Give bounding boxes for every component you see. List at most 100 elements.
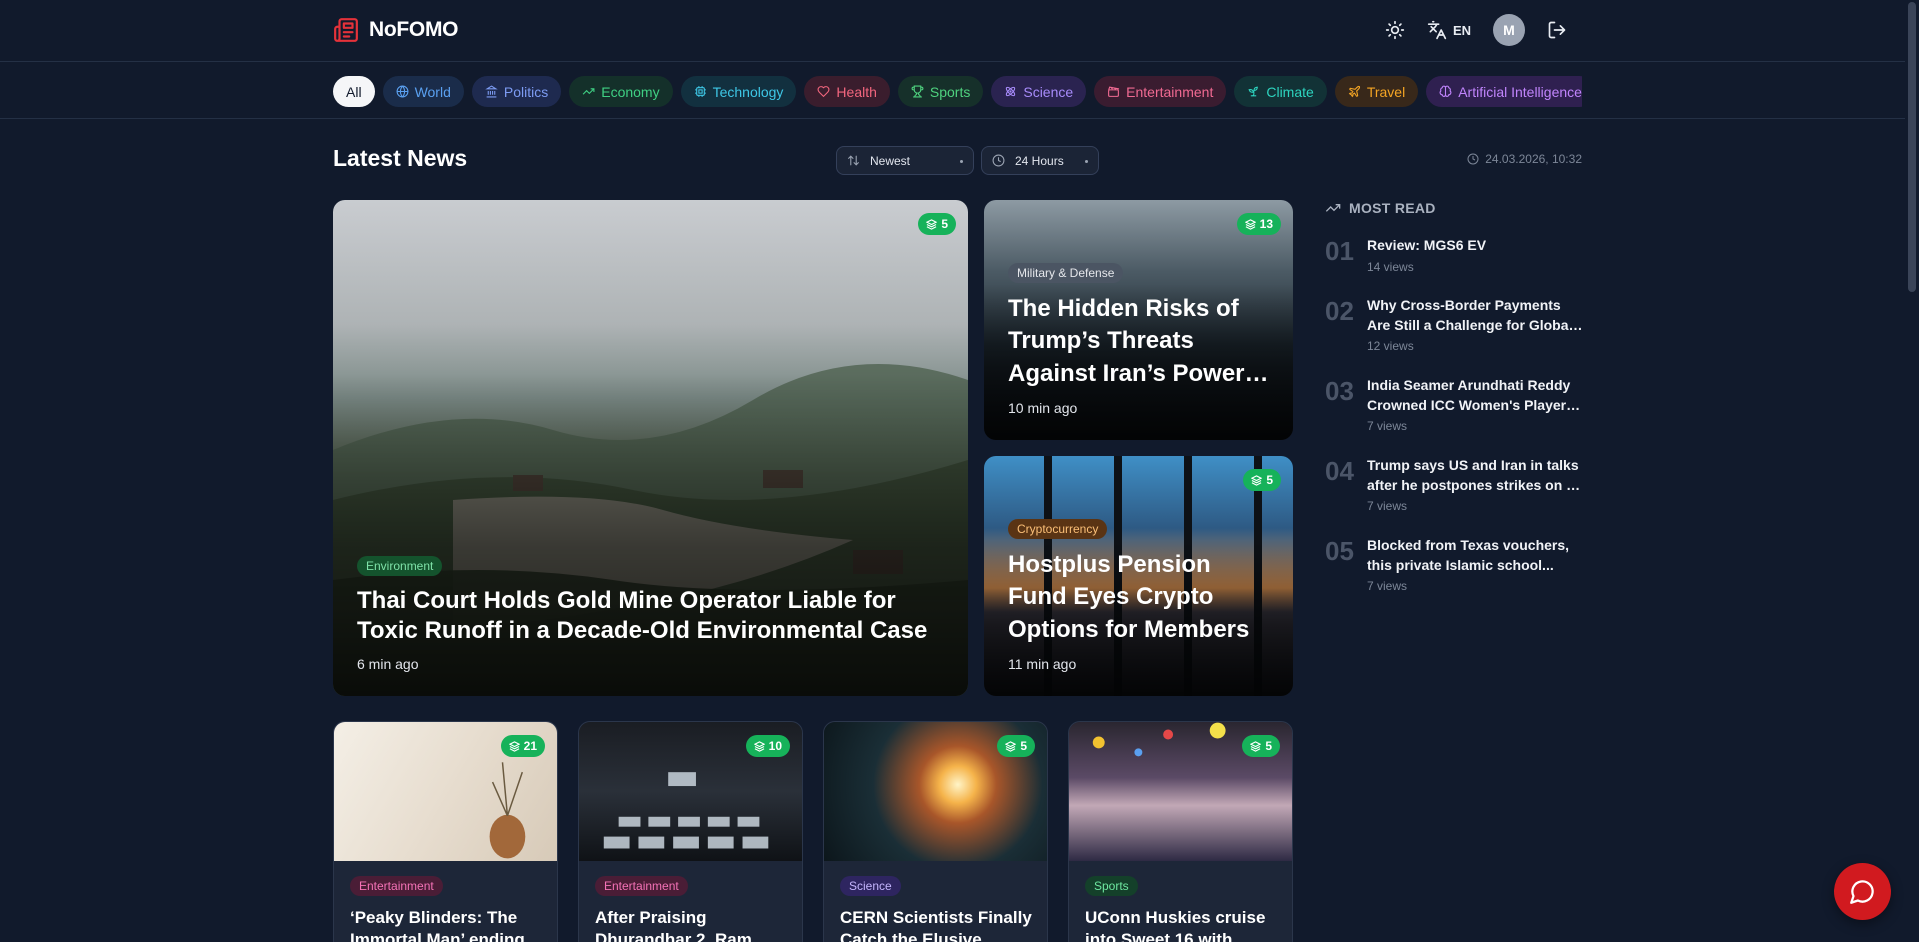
brand-name: NoFOMO bbox=[369, 18, 459, 41]
translate-icon bbox=[1427, 20, 1447, 40]
top-header: NoFOMO EN M bbox=[0, 0, 1919, 62]
language-label: EN bbox=[1452, 22, 1471, 38]
logout-icon bbox=[1548, 21, 1566, 39]
most-read-item[interactable]: 04 Trump says US and Iran in talks after… bbox=[1325, 456, 1583, 513]
rank-number: 03 bbox=[1325, 376, 1354, 406]
sort-value: Newest bbox=[870, 153, 911, 168]
view-count: 7 views bbox=[1367, 579, 1408, 594]
article-title: CERN Scientists Finally Catch the Elusiv… bbox=[840, 908, 1032, 942]
layers-icon bbox=[753, 740, 765, 752]
logout-button[interactable] bbox=[1547, 20, 1567, 40]
layers-icon bbox=[1251, 474, 1263, 486]
article-card[interactable]: 5 Sports UConn Huskies cruise into Sweet… bbox=[1068, 721, 1293, 942]
category-tag[interactable]: Science bbox=[840, 876, 901, 896]
category-tag[interactable]: Entertainment bbox=[595, 876, 688, 896]
sprout-icon bbox=[1248, 86, 1259, 97]
category-chip-ai[interactable]: Artificial Intelligence bbox=[1426, 76, 1582, 107]
most-read-item[interactable]: 03 India Seamer Arundhati Reddy Crowned … bbox=[1325, 376, 1583, 433]
source-count-badge: 5 bbox=[918, 213, 956, 235]
source-count-badge: 13 bbox=[1236, 213, 1281, 235]
source-count-badge: 5 bbox=[1243, 469, 1281, 491]
most-read-heading: MOST READ bbox=[1325, 200, 1436, 216]
user-avatar[interactable]: M bbox=[1493, 14, 1525, 46]
rank-number: 05 bbox=[1325, 536, 1354, 566]
clapperboard-icon bbox=[1108, 86, 1120, 97]
page-scrollbar[interactable] bbox=[1905, 0, 1919, 942]
cpu-icon bbox=[694, 86, 706, 97]
category-chip-health[interactable]: Health bbox=[804, 76, 890, 107]
rank-number: 04 bbox=[1325, 456, 1354, 486]
most-read-item[interactable]: 05 Blocked from Texas vouchers, this pri… bbox=[1325, 536, 1583, 593]
category-chip-technology[interactable]: Technology bbox=[680, 76, 797, 107]
most-read-title: Trump says US and Iran in talks bbox=[1367, 457, 1579, 473]
most-read-title: this private Islamic school... bbox=[1367, 556, 1554, 573]
article-card[interactable]: 5 Science CERN Scientists Finally Catch … bbox=[823, 721, 1048, 942]
trending-up-icon bbox=[582, 88, 595, 95]
category-list: All World Politics Economy Technology He… bbox=[333, 76, 1582, 108]
source-count-badge: 21 bbox=[500, 735, 545, 757]
category-tag[interactable]: Military & Defense bbox=[1008, 262, 1124, 283]
language-button[interactable]: EN bbox=[1427, 20, 1471, 40]
chat-button[interactable] bbox=[1834, 863, 1891, 920]
sort-arrows-icon bbox=[848, 155, 859, 166]
category-tag[interactable]: Environment bbox=[357, 556, 443, 576]
page-title: Latest News bbox=[333, 145, 468, 171]
trending-up-icon bbox=[1325, 204, 1341, 212]
time-range-select[interactable]: 24 Hours bbox=[981, 146, 1099, 175]
most-read-title: India Seamer Arundhati Reddy bbox=[1367, 377, 1571, 393]
category-chip-entertainment[interactable]: Entertainment bbox=[1094, 76, 1227, 107]
atom-icon bbox=[1006, 86, 1016, 97]
source-count-badge: 5 bbox=[997, 735, 1035, 757]
layers-icon bbox=[1005, 740, 1017, 752]
category-chip-sports[interactable]: Sports bbox=[897, 76, 984, 107]
article-card[interactable]: 21 Entertainment ‘Peaky Blinders: The Im… bbox=[333, 721, 558, 942]
select-caret-icon bbox=[1085, 160, 1088, 163]
sort-select[interactable]: Newest bbox=[836, 146, 974, 175]
category-chip-economy[interactable]: Economy bbox=[569, 76, 673, 107]
globe-icon bbox=[396, 85, 409, 98]
most-read-title: after he postpones strikes on power plan… bbox=[1367, 476, 1583, 493]
source-count-badge: 10 bbox=[745, 735, 790, 757]
time-range-value: 24 Hours bbox=[1015, 153, 1064, 168]
category-tag[interactable]: Entertainment bbox=[350, 876, 443, 896]
category-chip-all[interactable]: All bbox=[333, 76, 375, 107]
most-read-item[interactable]: 02 Why Cross-Border Payments Are Still a… bbox=[1325, 296, 1583, 353]
category-tag[interactable]: Sports bbox=[1085, 876, 1138, 896]
category-chip-politics[interactable]: Politics bbox=[471, 76, 562, 107]
plane-icon bbox=[1348, 85, 1360, 98]
article-title: After Praising Dhurandhar 2, Ram Gopal V… bbox=[595, 908, 752, 942]
category-chip-world[interactable]: World bbox=[382, 76, 464, 107]
header-actions: EN M bbox=[1385, 14, 1567, 46]
article-title: Hostplus Pension Fund Eyes Crypto Option… bbox=[1008, 550, 1250, 643]
layers-icon bbox=[508, 740, 520, 752]
article-title: UConn Huskies cruise into Sweet 16 with bbox=[1085, 908, 1266, 942]
trophy-icon bbox=[911, 85, 924, 98]
most-read-item[interactable]: 01 Review: MGS6 EV 14 views bbox=[1325, 236, 1583, 274]
view-count: 12 views bbox=[1367, 339, 1414, 354]
category-chip-travel[interactable]: Travel bbox=[1334, 76, 1419, 107]
theme-toggle-button[interactable] bbox=[1385, 20, 1405, 40]
source-count-badge: 5 bbox=[1242, 735, 1280, 757]
category-chip-climate[interactable]: Climate bbox=[1234, 76, 1327, 107]
featured-article-tertiary[interactable]: 5 Cryptocurrency Hostplus Pension Fund E… bbox=[984, 456, 1293, 696]
layers-icon bbox=[926, 218, 938, 230]
category-tag[interactable]: Cryptocurrency bbox=[1008, 518, 1108, 539]
article-time: 6 min ago bbox=[357, 656, 419, 672]
featured-article-secondary[interactable]: 13 Military & Defense The Hidden Risks o… bbox=[984, 200, 1293, 440]
category-chip-science[interactable]: Science bbox=[991, 76, 1087, 107]
clock-icon bbox=[992, 154, 1005, 167]
view-count: 14 views bbox=[1367, 259, 1414, 274]
scrollbar-thumb[interactable] bbox=[1908, 2, 1916, 292]
brain-icon bbox=[1439, 85, 1452, 97]
article-title: ‘Peaky Blinders: The Immortal Man’ endin… bbox=[350, 908, 525, 942]
category-bar: All World Politics Economy Technology He… bbox=[0, 63, 1919, 119]
rank-number: 01 bbox=[1325, 236, 1354, 266]
layers-icon bbox=[1244, 218, 1256, 230]
most-read-title: Review: MGS6 EV bbox=[1367, 237, 1487, 253]
most-read-title: Why Cross-Border Payments bbox=[1367, 297, 1561, 313]
featured-article-main[interactable]: 5 Environment Thai Court Holds Gold Mine… bbox=[333, 200, 968, 696]
view-count: 7 views bbox=[1367, 499, 1408, 514]
article-card[interactable]: 10 Entertainment After Praising Dhurandh… bbox=[578, 721, 803, 942]
brand-logo[interactable]: NoFOMO bbox=[333, 15, 458, 45]
article-time: 10 min ago bbox=[1008, 400, 1078, 416]
